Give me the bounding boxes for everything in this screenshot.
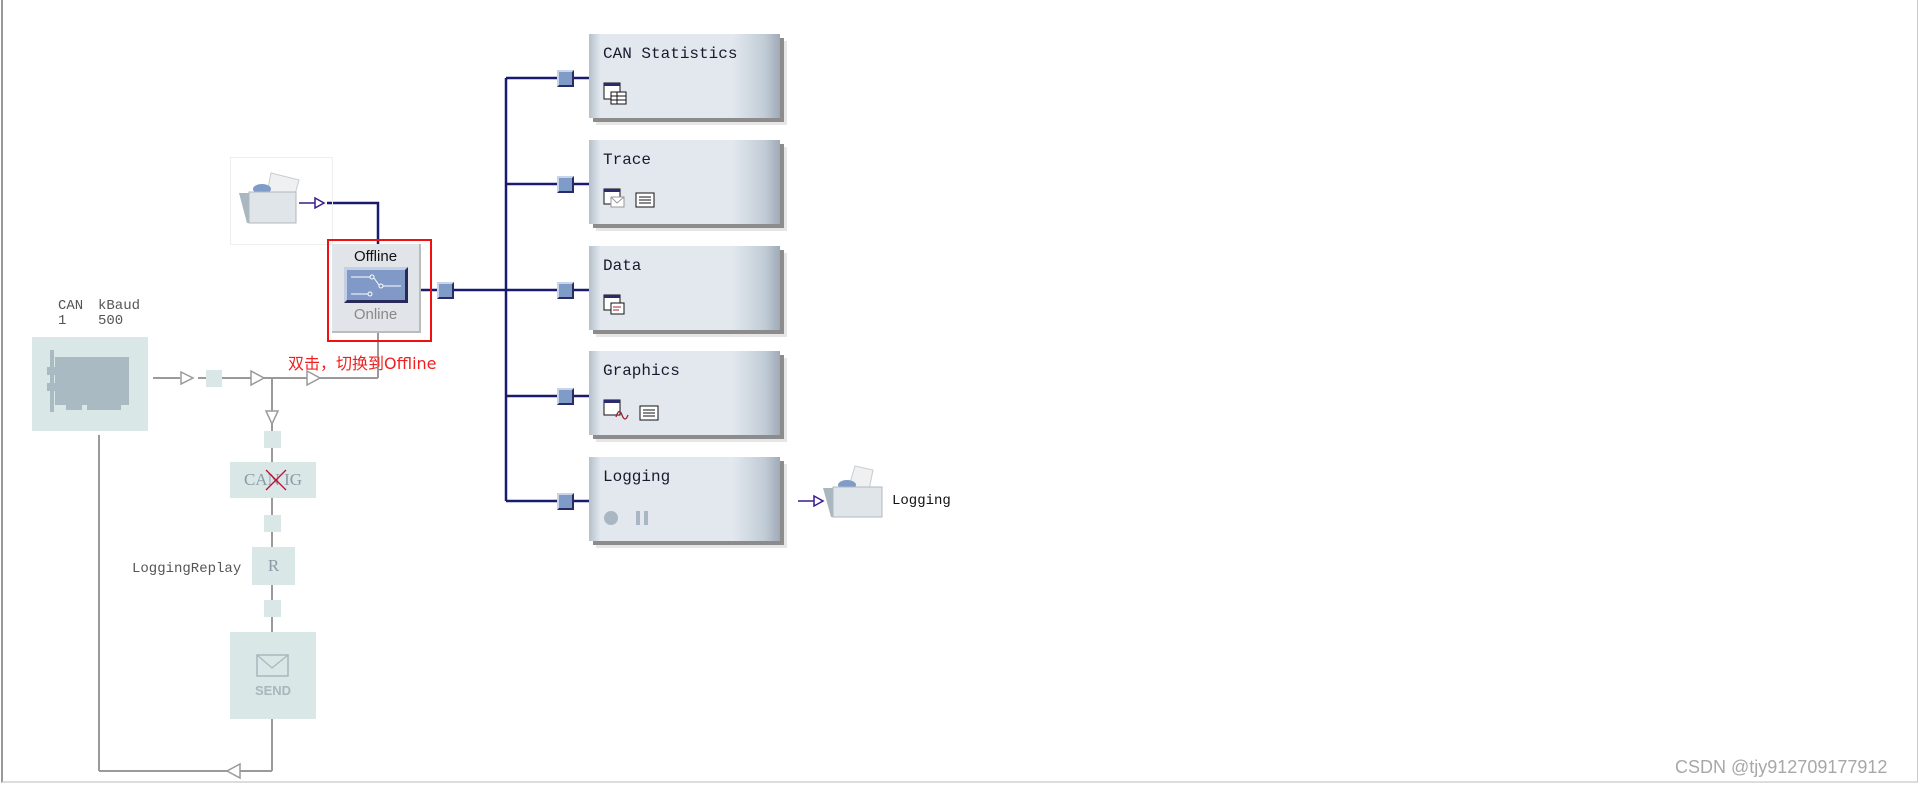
port-logging[interactable] (557, 493, 574, 510)
port-graphics[interactable] (557, 388, 574, 405)
baud-header: kBaud (98, 298, 141, 314)
port-data[interactable] (557, 282, 574, 299)
port-trace[interactable] (557, 176, 574, 193)
arrow-icon (264, 410, 280, 426)
config-sheet-icon (639, 405, 659, 421)
wire (327, 201, 380, 244)
folder-icon (239, 172, 300, 224)
can-network-card[interactable] (32, 337, 148, 431)
replay-source-block[interactable] (230, 157, 333, 245)
envelope-icon (256, 654, 289, 677)
port-inactive (264, 515, 281, 532)
trace-window-icon (603, 188, 625, 208)
can-statistics-block[interactable]: CAN Statistics (589, 34, 780, 118)
block-title: Graphics (603, 362, 680, 380)
send-block[interactable]: SEND (230, 632, 316, 719)
arrow-icon (250, 369, 266, 387)
replay-block-label: R (267, 556, 280, 575)
annotation-text: 双击，切换到Offline (288, 354, 437, 373)
port-inactive (264, 600, 281, 617)
block-title: Trace (603, 151, 652, 169)
can-ig-block[interactable]: CAN IG (230, 462, 316, 498)
config-sheet-icon (635, 192, 655, 208)
can-channel-header: CAN (58, 298, 84, 314)
block-title: Data (603, 257, 642, 275)
logging-block[interactable]: Logging (589, 457, 780, 541)
can-channel-value: 1 (58, 313, 67, 329)
port-can-statistics[interactable] (557, 70, 574, 87)
folder-icon[interactable] (823, 462, 885, 518)
block-title: CAN Statistics (603, 45, 738, 63)
statistics-table-icon (603, 82, 627, 105)
graphics-block[interactable]: Graphics (589, 351, 780, 435)
record-icon[interactable] (603, 510, 619, 526)
replay-name: LoggingReplay (132, 561, 242, 577)
arrow-icon (225, 762, 241, 780)
disabled-cross-icon (265, 469, 287, 491)
network-card-icon (47, 350, 129, 412)
watermark: CSDN @tjy912709177912 (1675, 757, 1888, 777)
port-inactive (206, 370, 222, 387)
graphics-window-icon (603, 399, 629, 420)
data-block[interactable]: Data (589, 246, 780, 330)
highlight-box (327, 239, 432, 342)
data-window-icon (603, 294, 625, 315)
trace-block[interactable]: Trace (589, 140, 780, 224)
port-inactive (264, 431, 281, 448)
pause-icon[interactable] (635, 510, 649, 526)
block-title: Logging (603, 468, 671, 486)
replay-block[interactable]: R (252, 547, 295, 585)
arrow-icon (180, 370, 195, 386)
switch-output-port[interactable] (437, 282, 454, 299)
send-label: SEND (254, 683, 292, 698)
logging-output-label: Logging (892, 493, 951, 509)
baud-value: 500 (98, 313, 124, 329)
arrow-icon (813, 494, 825, 508)
